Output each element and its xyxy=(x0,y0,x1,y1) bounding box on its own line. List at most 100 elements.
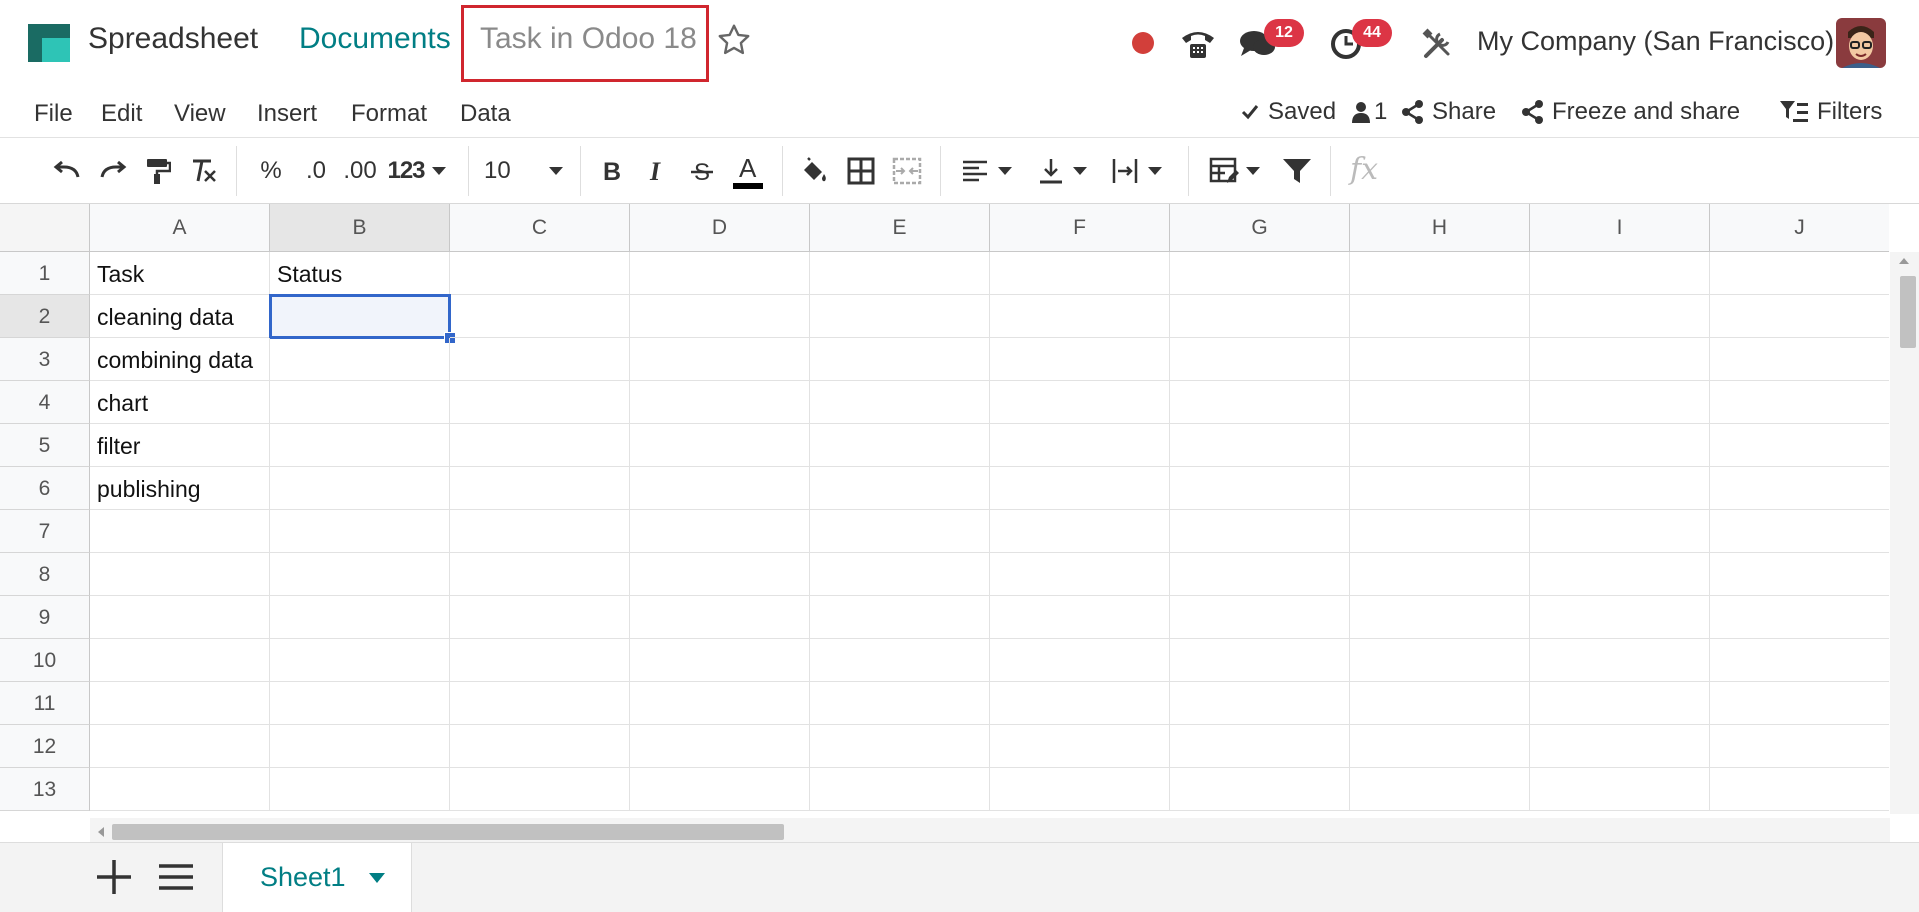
cell-d13[interactable] xyxy=(630,768,810,811)
cell-f6[interactable] xyxy=(990,467,1170,510)
column-header-d[interactable]: D xyxy=(630,204,810,252)
row-header-12[interactable]: 12 xyxy=(0,725,90,768)
cell-e11[interactable] xyxy=(810,682,990,725)
cell-f8[interactable] xyxy=(990,553,1170,596)
number-format-dropdown[interactable]: 123 xyxy=(384,152,450,190)
cell-e4[interactable] xyxy=(810,381,990,424)
cell-g12[interactable] xyxy=(1170,725,1350,768)
cell-e10[interactable] xyxy=(810,639,990,682)
document-title[interactable]: Task in Odoo 18 xyxy=(480,22,697,56)
sheet-options-caret-icon[interactable] xyxy=(368,872,386,884)
cell-b6[interactable] xyxy=(270,467,450,510)
cell-e6[interactable] xyxy=(810,467,990,510)
cell-i13[interactable] xyxy=(1530,768,1710,811)
cell-g11[interactable] xyxy=(1170,682,1350,725)
cell-a2[interactable]: cleaning data xyxy=(90,295,270,338)
cell-d6[interactable] xyxy=(630,467,810,510)
cell-h3[interactable] xyxy=(1350,338,1530,381)
cell-j7[interactable] xyxy=(1710,510,1889,553)
text-wrap-dropdown[interactable] xyxy=(1106,152,1168,190)
cell-c3[interactable] xyxy=(450,338,630,381)
cell-a10[interactable] xyxy=(90,639,270,682)
menu-format[interactable]: Format xyxy=(351,100,427,128)
cell-c5[interactable] xyxy=(450,424,630,467)
collaborators-indicator[interactable]: 1 xyxy=(1352,98,1387,126)
cell-j2[interactable] xyxy=(1710,295,1889,338)
cell-d1[interactable] xyxy=(630,252,810,295)
filters-button[interactable]: Filters xyxy=(1779,98,1882,126)
cell-h13[interactable] xyxy=(1350,768,1530,811)
format-percent-button[interactable]: % xyxy=(254,152,288,190)
share-button[interactable]: Share xyxy=(1402,98,1496,126)
row-header-4[interactable]: 4 xyxy=(0,381,90,424)
row-header-8[interactable]: 8 xyxy=(0,553,90,596)
cell-d11[interactable] xyxy=(630,682,810,725)
cell-f4[interactable] xyxy=(990,381,1170,424)
cell-j11[interactable] xyxy=(1710,682,1889,725)
cell-c1[interactable] xyxy=(450,252,630,295)
cell-h8[interactable] xyxy=(1350,553,1530,596)
cell-g10[interactable] xyxy=(1170,639,1350,682)
cell-g3[interactable] xyxy=(1170,338,1350,381)
cell-g5[interactable] xyxy=(1170,424,1350,467)
cell-c12[interactable] xyxy=(450,725,630,768)
menu-view[interactable]: View xyxy=(174,100,226,128)
cell-i11[interactable] xyxy=(1530,682,1710,725)
cell-d7[interactable] xyxy=(630,510,810,553)
merge-cells-button[interactable] xyxy=(888,152,926,190)
column-header-j[interactable]: J xyxy=(1710,204,1889,252)
cell-b3[interactable] xyxy=(270,338,450,381)
horizontal-scroll-thumb[interactable] xyxy=(112,824,784,840)
cell-e13[interactable] xyxy=(810,768,990,811)
cell-a8[interactable] xyxy=(90,553,270,596)
cell-h9[interactable] xyxy=(1350,596,1530,639)
cell-j10[interactable] xyxy=(1710,639,1889,682)
cell-h10[interactable] xyxy=(1350,639,1530,682)
settings-tools-icon[interactable] xyxy=(1418,24,1458,64)
cell-b5[interactable] xyxy=(270,424,450,467)
cell-b1[interactable]: Status xyxy=(270,252,450,295)
cell-j4[interactable] xyxy=(1710,381,1889,424)
cell-c9[interactable] xyxy=(450,596,630,639)
cell-g2[interactable] xyxy=(1170,295,1350,338)
column-header-f[interactable]: F xyxy=(990,204,1170,252)
fill-color-button[interactable] xyxy=(796,152,834,190)
column-header-g[interactable]: G xyxy=(1170,204,1350,252)
cell-b9[interactable] xyxy=(270,596,450,639)
cell-g7[interactable] xyxy=(1170,510,1350,553)
cell-h11[interactable] xyxy=(1350,682,1530,725)
cell-f3[interactable] xyxy=(990,338,1170,381)
cell-f10[interactable] xyxy=(990,639,1170,682)
row-header-5[interactable]: 5 xyxy=(0,424,90,467)
cell-e2[interactable] xyxy=(810,295,990,338)
cell-a7[interactable] xyxy=(90,510,270,553)
cell-d5[interactable] xyxy=(630,424,810,467)
filter-button[interactable] xyxy=(1278,152,1316,190)
user-avatar[interactable] xyxy=(1836,18,1886,68)
clear-format-button[interactable] xyxy=(184,152,222,190)
cell-b4[interactable] xyxy=(270,381,450,424)
cell-h5[interactable] xyxy=(1350,424,1530,467)
row-header-13[interactable]: 13 xyxy=(0,768,90,811)
cell-e1[interactable] xyxy=(810,252,990,295)
cell-j13[interactable] xyxy=(1710,768,1889,811)
cell-c4[interactable] xyxy=(450,381,630,424)
strikethrough-button[interactable]: S xyxy=(684,152,720,190)
scroll-left-arrow-icon[interactable] xyxy=(96,826,106,838)
paint-format-button[interactable] xyxy=(140,152,176,190)
cell-e8[interactable] xyxy=(810,553,990,596)
cell-b8[interactable] xyxy=(270,553,450,596)
cell-b10[interactable] xyxy=(270,639,450,682)
recording-dot-icon[interactable] xyxy=(1132,32,1154,54)
sheet-name[interactable]: Sheet1 xyxy=(260,862,346,893)
cell-j3[interactable] xyxy=(1710,338,1889,381)
column-header-e[interactable]: E xyxy=(810,204,990,252)
borders-button[interactable] xyxy=(842,152,880,190)
cell-f5[interactable] xyxy=(990,424,1170,467)
cell-i7[interactable] xyxy=(1530,510,1710,553)
app-name[interactable]: Spreadsheet xyxy=(88,22,258,56)
cell-d12[interactable] xyxy=(630,725,810,768)
cell-g1[interactable] xyxy=(1170,252,1350,295)
select-all-corner[interactable] xyxy=(0,204,90,252)
row-header-9[interactable]: 9 xyxy=(0,596,90,639)
